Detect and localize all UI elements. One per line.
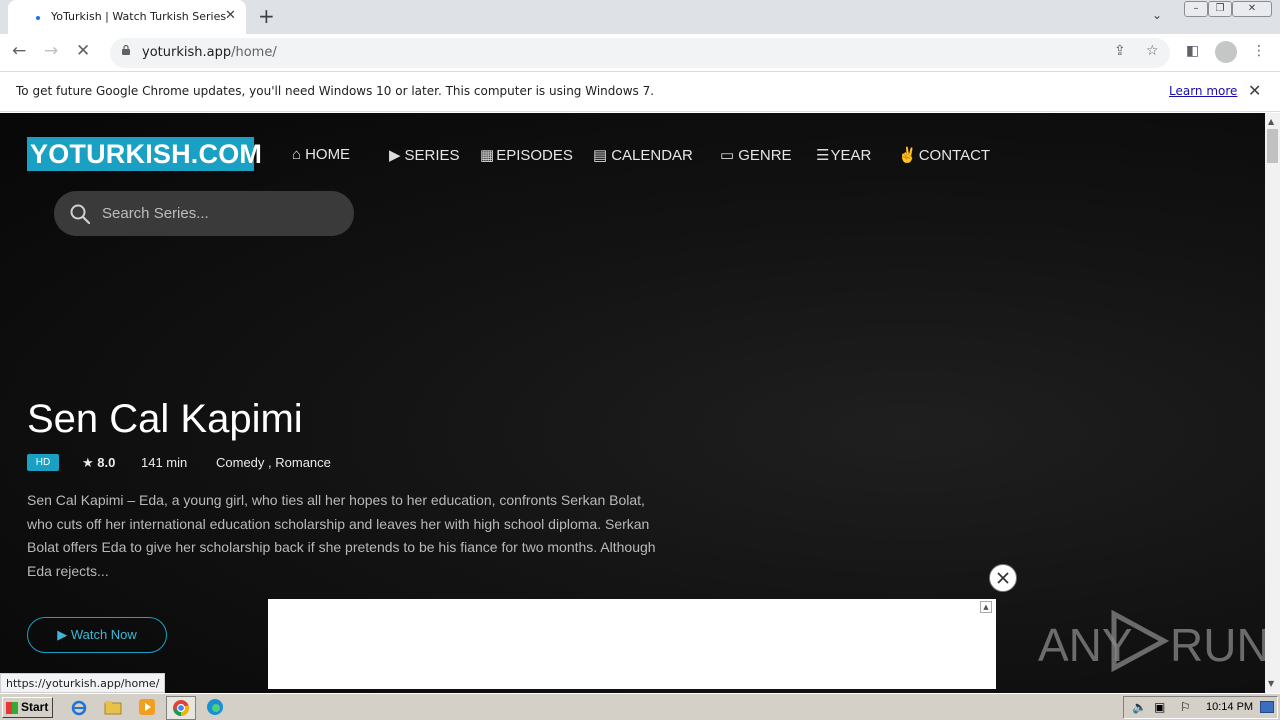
hero-title: Sen Cal Kapimi <box>27 397 303 441</box>
internet-explorer-icon[interactable] <box>69 697 91 719</box>
volume-icon[interactable]: 🔈 <box>1132 700 1147 714</box>
nav-home-label: HOME <box>305 146 351 163</box>
new-tab-button[interactable]: + <box>258 4 275 28</box>
home-icon: ⌂ <box>292 146 302 163</box>
genres[interactable]: Comedy , Romance <box>216 455 331 470</box>
windows-flag-icon <box>6 702 18 714</box>
peace-hand-icon: ✌ <box>898 147 917 164</box>
grid-icon: ▦ <box>480 147 495 164</box>
media-player-icon[interactable] <box>137 697 159 719</box>
chrome-taskbar-icon[interactable] <box>166 696 196 720</box>
system-tray: 🔈 ▣ ⚐ <box>1123 696 1278 719</box>
screen: YoTurkish | Watch Turkish Series (Englis… <box>0 0 1280 720</box>
calendar-icon: ▤ <box>593 147 608 164</box>
nav-genre[interactable]: ▭ GENRE <box>720 146 792 164</box>
nav-contact[interactable]: ✌ CONTACT <box>898 146 990 164</box>
browser-tabstrip: YoTurkish | Watch Turkish Series (Englis… <box>0 0 1280 34</box>
nav-episodes[interactable]: ▦ EPISODES <box>480 146 573 164</box>
minimize-button[interactable]: – <box>1184 1 1208 17</box>
tab-search-chevron-icon[interactable]: ⌄ <box>1152 8 1162 22</box>
ad-banner[interactable]: ▲ <box>268 599 996 689</box>
show-desktop-icon[interactable] <box>1260 701 1274 713</box>
logo-text: YOTURKISH.COM <box>30 139 263 169</box>
scroll-down-icon[interactable]: ▼ <box>1268 679 1274 688</box>
play-icon: ▶ <box>389 147 401 164</box>
share-icon[interactable]: ⇪ <box>1114 43 1126 59</box>
url-path: /home/ <box>231 45 277 60</box>
search-icon <box>70 204 91 225</box>
anyrun-watermark: ANY RUN <box>1038 608 1270 674</box>
scroll-up-icon[interactable]: ▲ <box>1268 117 1274 126</box>
profile-avatar[interactable] <box>1215 41 1237 63</box>
list-icon: ☰ <box>816 147 830 164</box>
infobar-message: To get future Google Chrome updates, you… <box>16 84 655 98</box>
nav-year-label: YEAR <box>830 147 872 164</box>
series-search[interactable] <box>54 191 354 236</box>
nav-year[interactable]: ☰YEAR <box>816 146 871 164</box>
tab-title: YoTurkish | Watch Turkish Series (Englis… <box>51 10 227 23</box>
rating-value: 8.0 <box>97 455 116 470</box>
rating: ★ 8.0 <box>82 455 115 471</box>
menu-kebab-icon[interactable]: ⋮ <box>1252 43 1266 59</box>
watermark-right: RUN <box>1170 619 1270 671</box>
nav-episodes-label: EPISODES <box>496 147 573 164</box>
bookmark-star-icon[interactable]: ☆ <box>1146 43 1159 59</box>
hero-description: Sen Cal Kapimi – Eda, a young girl, who … <box>27 492 656 579</box>
tab-close-icon[interactable]: ✕ <box>225 8 236 23</box>
forward-arrow-icon[interactable]: → <box>44 41 58 61</box>
watch-now-button[interactable]: ▶ Watch Now <box>27 617 167 653</box>
side-panel-icon[interactable]: ◧ <box>1186 43 1199 59</box>
ad-choices-icon[interactable]: ▲ <box>980 601 992 613</box>
back-arrow-icon[interactable]: ← <box>12 41 26 61</box>
nav-calendar[interactable]: ▤ CALENDAR <box>593 146 693 164</box>
folder-icon: ▭ <box>720 147 735 164</box>
nav-contact-label: CONTACT <box>918 147 991 164</box>
file-explorer-icon[interactable] <box>103 697 125 719</box>
taskbar-clock[interactable]: 10:14 PM <box>1206 701 1253 713</box>
windows-taskbar: Start 🔈 ▣ ⚐ 10:14 PM <box>0 693 1280 720</box>
browser-toolbar: ← → ✕ yoturkish.app/home/ ⇪ ☆ ◧ ⋮ <box>0 34 1280 72</box>
learn-more-link[interactable]: Learn more <box>1169 84 1237 98</box>
nav-series-label: SERIES <box>404 147 460 164</box>
browser-tab[interactable]: YoTurkish | Watch Turkish Series (Englis… <box>8 0 246 34</box>
ad-close-button[interactable] <box>989 564 1017 592</box>
edge-icon[interactable] <box>205 697 227 719</box>
network-icon[interactable]: ▣ <box>1154 700 1165 714</box>
play-logo-icon <box>1111 610 1170 672</box>
window-close-button[interactable]: ✕ <box>1232 1 1272 17</box>
start-label: Start <box>21 700 49 714</box>
search-input[interactable] <box>102 203 332 223</box>
duration: 141 min <box>141 455 188 470</box>
url-text: yoturkish.app/home/ <box>142 45 277 60</box>
address-bar[interactable]: yoturkish.app/home/ ⇪ ☆ <box>110 38 1170 68</box>
lock-icon <box>122 45 130 55</box>
close-icon <box>997 572 1009 584</box>
url-host: yoturkish.app <box>142 45 232 60</box>
start-button[interactable]: Start <box>2 697 53 718</box>
action-center-flag-icon[interactable]: ⚐ <box>1180 700 1191 714</box>
update-infobar: To get future Google Chrome updates, you… <box>0 72 1280 112</box>
quality-badge: HD <box>27 454 59 471</box>
stop-loading-icon[interactable]: ✕ <box>76 41 90 61</box>
restore-button[interactable]: ❐ <box>1208 1 1232 17</box>
nav-genre-label: GENRE <box>738 147 792 164</box>
page-scrollbar[interactable]: ▲ ▼ <box>1265 113 1280 693</box>
nav-series[interactable]: ▶ SERIES <box>389 146 460 164</box>
star-icon: ★ <box>82 455 94 470</box>
scrollbar-thumb[interactable] <box>1267 129 1278 163</box>
status-bubble-url: https://yoturkish.app/home/ <box>0 673 166 693</box>
nav-calendar-label: CALENDAR <box>611 147 693 164</box>
site-logo[interactable]: YOTURKISH.COM <box>27 137 262 171</box>
infobar-close-icon[interactable]: ✕ <box>1248 81 1261 100</box>
nav-home[interactable]: ⌂ HOME <box>292 146 350 163</box>
loading-icon <box>36 16 40 20</box>
